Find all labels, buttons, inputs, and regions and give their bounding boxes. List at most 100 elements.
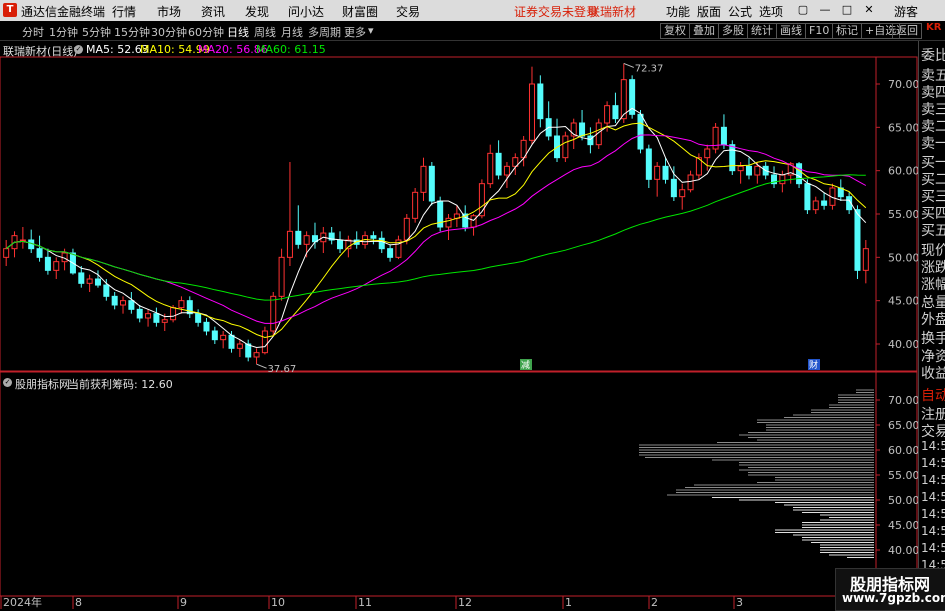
indicator-value: 当前获利筹码: 12.60 <box>68 378 173 391</box>
candle-body <box>161 319 168 323</box>
candle-body <box>153 313 160 323</box>
candle-body <box>645 148 652 180</box>
price-tick-label: 45.00 <box>888 295 920 308</box>
indicator-tick-label: 65.00 <box>888 419 920 432</box>
candle-body <box>3 248 10 258</box>
x-tick-label: 8 <box>75 596 82 609</box>
event-marker-label: 财 <box>809 359 818 371</box>
price-tick-label: 65.00 <box>888 121 920 134</box>
price-tick-label: 60.00 <box>888 165 920 178</box>
rp-label: 换手 <box>921 331 945 347</box>
candle-body <box>195 313 202 323</box>
auto-label[interactable]: 自动 <box>921 385 945 405</box>
candle-body <box>53 261 60 271</box>
tick-time: 14:56 <box>921 541 945 555</box>
candle-body <box>270 295 277 332</box>
x-tick-label: 2 <box>651 596 658 609</box>
candle-body <box>36 248 43 258</box>
candle-body <box>637 113 644 150</box>
candle-body <box>528 83 535 141</box>
rp-label: 外盘 <box>921 312 945 328</box>
candle-body <box>203 321 210 332</box>
candle-body <box>120 300 127 306</box>
candle-body <box>754 165 761 176</box>
tick-time: 14:56 <box>921 456 945 470</box>
candle-body <box>729 144 736 172</box>
candle-body <box>337 239 344 250</box>
x-tick-label: 10 <box>271 596 285 609</box>
candle-body <box>295 230 302 245</box>
chart-title: 联瑞新材(日线) <box>3 45 78 58</box>
x-tick-label: 9 <box>180 596 187 609</box>
low-annotation: 37.67 <box>268 364 297 375</box>
price-tick-label: 55.00 <box>888 208 920 221</box>
candle-body <box>796 163 803 185</box>
candle-body <box>503 165 510 176</box>
x-tick-label: 11 <box>358 596 372 609</box>
candle-body <box>470 215 477 228</box>
rp-label: 委比 <box>921 48 945 64</box>
candle-body <box>94 278 101 286</box>
rp-label: 买五 <box>921 223 945 239</box>
candle-body <box>44 256 51 271</box>
candle-body <box>604 105 611 124</box>
candle-body <box>111 295 118 306</box>
ma60-line <box>5 174 866 301</box>
watermark-logo: 股朋指标网 www.7gpzb.com <box>835 568 945 611</box>
x-tick-label: 3 <box>736 596 743 609</box>
tick-time: 14:56 <box>921 490 945 504</box>
candle-body <box>261 330 268 354</box>
candle-body <box>303 235 310 245</box>
indicator-tick-label: 45.00 <box>888 519 920 532</box>
candle-body <box>662 165 669 180</box>
candle-body <box>278 256 285 297</box>
high-annotation: 72.37 <box>635 63 664 74</box>
candle-body <box>178 300 185 309</box>
tick-time: 14:56 <box>921 473 945 487</box>
kline-chart[interactable]: 70.00 65.00 60.00 55.00 50.00 45.00 40.00 72.37… <box>0 0 945 609</box>
candle-body <box>487 152 494 185</box>
candle-body <box>19 239 26 242</box>
price-tick-label: 70.00 <box>888 78 920 91</box>
candle-body <box>654 165 661 180</box>
indicator-tick-label: 70.00 <box>888 394 920 407</box>
price-tick-label: 50.00 <box>888 251 920 264</box>
indicator-tick-label: 60.00 <box>888 444 920 457</box>
trade-link[interactable]: 交易 <box>921 421 945 441</box>
candle-body <box>236 343 243 349</box>
candle-body <box>170 307 177 321</box>
candle-body <box>253 352 260 358</box>
candle-body <box>420 165 427 193</box>
x-tick-label: 2024年 <box>3 595 42 609</box>
candle-body <box>854 209 861 271</box>
candle-body <box>387 248 394 258</box>
candle-body <box>704 148 711 159</box>
indicator-name: 股朋指标网 <box>15 378 70 391</box>
tick-time: 14:56 <box>921 507 945 521</box>
candle-body <box>687 174 694 191</box>
tick-time: 14:56 <box>921 524 945 538</box>
candle-body <box>537 83 544 120</box>
watermark-url: www.7gpzb.com <box>842 591 945 605</box>
candle-body <box>745 165 752 176</box>
candle-body <box>412 191 419 219</box>
high-annotation-leader <box>623 62 634 68</box>
ma5-line <box>5 107 867 349</box>
candle-body <box>495 152 502 176</box>
candle-body <box>670 178 677 198</box>
candle-body <box>612 105 619 120</box>
candle-body <box>370 235 377 239</box>
candle-body <box>720 126 727 146</box>
indicator-pane-frame <box>0 371 918 597</box>
indicator-tick-label: 55.00 <box>888 469 920 482</box>
candle-body <box>821 200 828 206</box>
candle-body <box>428 165 435 202</box>
candle-body <box>587 135 594 146</box>
x-tick-label: 1 <box>565 596 572 609</box>
rp-label: 涨幅 <box>921 277 945 293</box>
rp-label: 收益 <box>921 366 945 382</box>
candle-body <box>220 334 227 341</box>
candle-body <box>562 135 569 159</box>
candle-body <box>286 230 293 258</box>
candle-body <box>862 248 869 271</box>
